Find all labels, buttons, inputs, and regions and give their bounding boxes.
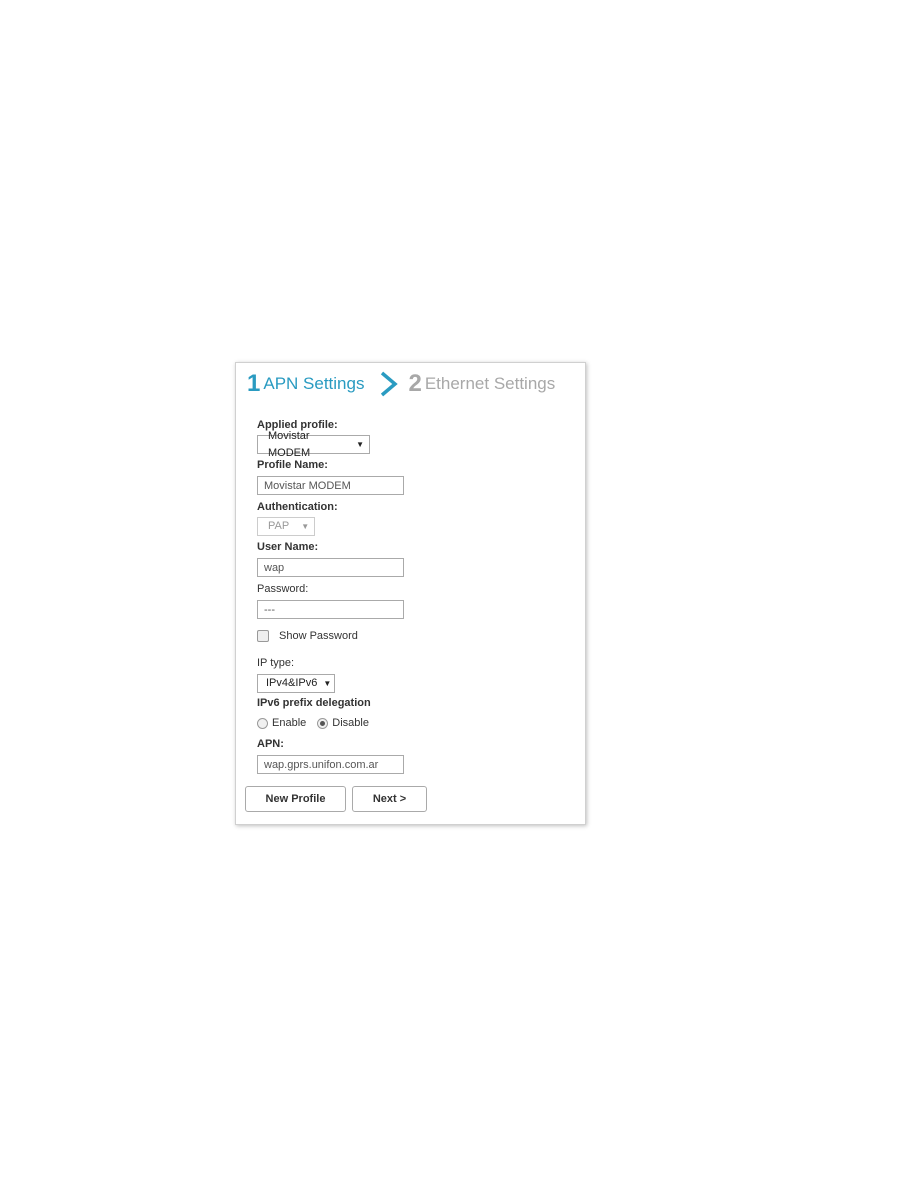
- ipv6-prefix-label: IPv6 prefix delegation: [257, 697, 371, 709]
- dropdown-arrow-icon: ▼: [356, 440, 364, 449]
- chevron-right-icon: [381, 371, 399, 397]
- dropdown-arrow-icon: ▼: [301, 522, 310, 531]
- ip-type-select[interactable]: IPv4&IPv6 ▼: [257, 674, 335, 693]
- dropdown-arrow-icon: ▼: [323, 679, 332, 688]
- profile-name-label: Profile Name:: [257, 459, 328, 471]
- step-2-number: 2: [408, 370, 422, 397]
- step-2-label: Ethernet Settings: [424, 374, 556, 393]
- enable-label: Enable: [272, 717, 307, 729]
- wizard-steps: 1 APN Settings 2 Ethernet Settings: [247, 370, 555, 398]
- user-name-input[interactable]: wap: [257, 558, 404, 577]
- authentication-label: Authentication:: [257, 501, 338, 513]
- enable-radio[interactable]: [257, 717, 268, 729]
- applied-profile-value: Movistar MODEM: [268, 429, 311, 459]
- apn-settings-panel: 1 APN Settings 2 Ethernet Settings Appli…: [235, 362, 586, 825]
- apn-input[interactable]: wap.gprs.unifon.com.ar: [257, 755, 404, 774]
- disable-label: Disable: [332, 717, 369, 729]
- ip-type-value: IPv4&IPv6: [266, 677, 318, 689]
- ip-type-label: IP type:: [257, 657, 295, 669]
- show-password-checkbox[interactable]: [257, 630, 269, 642]
- apn-label: APN:: [257, 738, 284, 750]
- disable-radio[interactable]: [317, 717, 329, 729]
- applied-profile-select[interactable]: Movistar MODEM ▼: [257, 430, 370, 459]
- authentication-select[interactable]: PAP ▼: [257, 517, 315, 536]
- profile-name-input[interactable]: Movistar MODEM: [257, 476, 404, 495]
- ipv6-prefix-radio-group: Enable Disable: [257, 717, 369, 729]
- show-password-label: Show Password: [279, 630, 358, 642]
- authentication-value: PAP: [268, 520, 290, 532]
- password-input[interactable]: ---: [257, 600, 404, 619]
- step-1-number: 1: [247, 370, 261, 397]
- user-name-label: User Name:: [257, 541, 319, 553]
- next-button[interactable]: Next >: [352, 786, 427, 812]
- show-password-row[interactable]: Show Password: [257, 630, 358, 642]
- password-label: Password:: [257, 583, 309, 595]
- step-1-label: APN Settings: [263, 374, 365, 393]
- new-profile-button[interactable]: New Profile: [245, 786, 346, 812]
